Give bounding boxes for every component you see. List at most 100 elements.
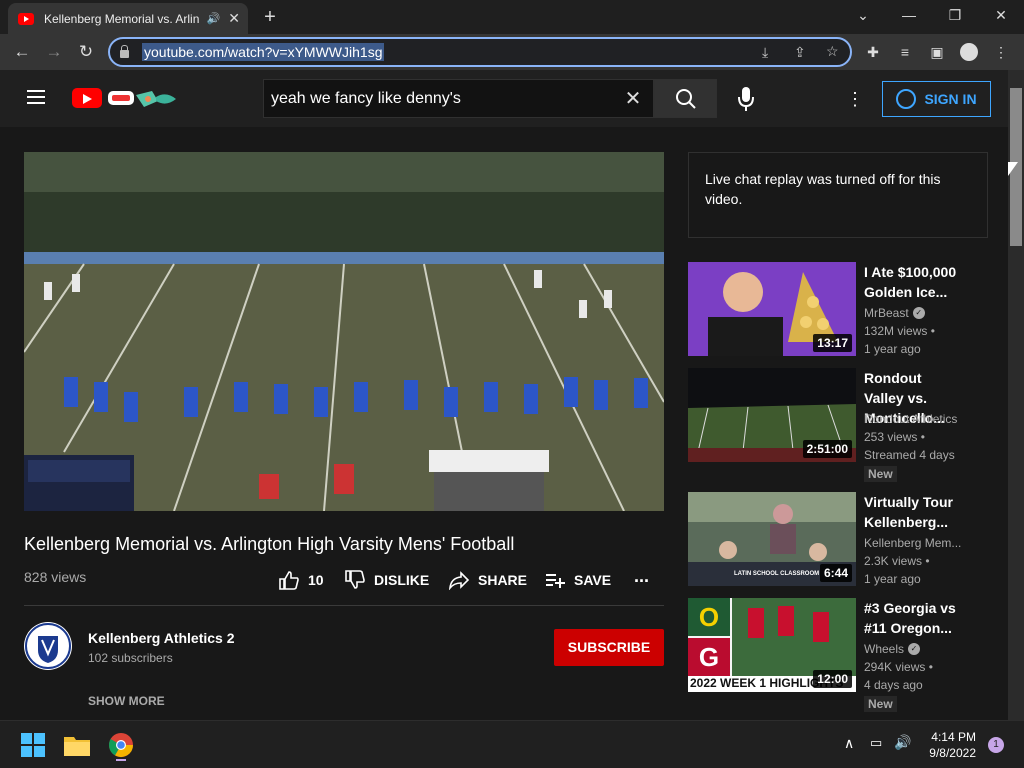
video-thumbnail[interactable]: O G 2022 WEEK 1 HIGHLIGHTS 12:00 [688, 598, 856, 692]
profile-avatar-icon[interactable] [958, 41, 980, 63]
windows-taskbar: ∧ ▭ 🔊 4:14 PM 9/8/2022 1 [0, 720, 1024, 768]
recommended-video[interactable]: 2:51:00 Rondout Valley vs. Monticello...… [688, 368, 988, 482]
browser-menu-icon[interactable]: ⋮ [990, 41, 1012, 63]
duration-badge: 6:44 [819, 564, 852, 582]
lock-icon[interactable] [120, 45, 129, 58]
dislike-button[interactable]: DISLIKE [344, 570, 429, 590]
new-tab-button[interactable]: + [258, 4, 282, 30]
recommended-channel: Wheels ✓ [864, 642, 921, 656]
clock[interactable]: 4:14 PM 9/8/2022 [920, 729, 976, 761]
youtube-logo[interactable] [72, 88, 102, 108]
recommended-age: 1 year ago [864, 342, 921, 356]
recommended-title[interactable]: #3 Georgia vs #11 Oregon... [864, 598, 964, 638]
recommended-title[interactable]: Virtually Tour Kellenberg... [864, 492, 964, 532]
recommended-channel-name: Wheels [864, 642, 905, 656]
share-page-icon[interactable]: ⇪ [794, 44, 806, 61]
url-text[interactable]: youtube.com/watch?v=xYMWWJih1sg [142, 43, 385, 61]
duration-badge: 12:00 [813, 670, 852, 688]
video-thumbnail[interactable]: LATIN SCHOOL CLASSROOM 6:44 [688, 492, 856, 586]
live-chat-notice: Live chat replay was turned off for this… [688, 152, 988, 238]
playlist-add-icon [546, 574, 565, 588]
duration-badge: 13:17 [813, 334, 852, 352]
back-arrow-icon[interactable]: ← [10, 40, 34, 64]
more-actions-icon: ... [634, 565, 650, 586]
media-control-icon[interactable]: ≡ [894, 41, 916, 63]
browser-tab-active[interactable]: Kellenberg Memorial vs. Arlin 🔊 ✕ [8, 3, 248, 34]
youtube-favicon-icon [18, 12, 34, 25]
windows-start-icon[interactable] [16, 729, 50, 761]
like-button[interactable]: 10 [278, 570, 324, 590]
recommended-channel: Rondout Athletics [864, 412, 957, 426]
thumbs-down-icon [345, 570, 365, 589]
chrome-icon[interactable] [104, 729, 138, 761]
share-button[interactable]: SHARE [448, 570, 527, 590]
minimize-button[interactable]: — [886, 0, 932, 30]
recommended-channel-name: Rondout Athletics [864, 412, 958, 426]
recommended-video[interactable]: LATIN SCHOOL CLASSROOM 6:44 Virtually To… [688, 492, 988, 587]
close-window-button[interactable]: ✕ [978, 0, 1024, 30]
channel-crest-logo [25, 623, 71, 669]
reload-icon[interactable]: ↻ [74, 40, 98, 64]
tab-audio-icon[interactable]: 🔊 [207, 12, 221, 25]
svg-text:O: O [699, 602, 719, 632]
tab-close-icon[interactable]: ✕ [228, 10, 240, 27]
new-badge: New [864, 696, 897, 712]
network-icon[interactable]: ▭ [870, 735, 882, 751]
video-title: Kellenberg Memorial vs. Arlington High V… [24, 534, 515, 554]
recommended-channel: Kellenberg Mem... [864, 536, 961, 550]
volume-icon[interactable]: 🔊 [894, 734, 911, 751]
search-query-text[interactable]: yeah we fancy like denny's [271, 90, 613, 108]
share-label: SHARE [478, 572, 528, 588]
search-icon [676, 89, 696, 109]
recommended-views: 294K views • [864, 660, 933, 674]
browser-toolbar: ← → ↻ youtube.com/watch?v=xYMWWJih1sg ⤓ … [0, 34, 1024, 70]
mouse-cursor-icon [1008, 162, 1018, 176]
clear-search-icon[interactable]: ✕ [613, 86, 653, 111]
microphone-icon[interactable] [733, 84, 759, 114]
search-button[interactable] [654, 79, 717, 118]
like-count: 10 [308, 572, 324, 588]
channel-name[interactable]: Kellenberg Athletics 2 [88, 630, 235, 646]
address-bar[interactable]: youtube.com/watch?v=xYMWWJih1sg [108, 37, 852, 67]
dislike-label: DISLIKE [374, 572, 430, 588]
forward-arrow-icon[interactable]: → [42, 40, 66, 64]
thumbnail-caption: LATIN SCHOOL CLASSROOM [734, 571, 820, 577]
more-actions-button[interactable]: ... [634, 566, 649, 586]
hamburger-menu-icon[interactable] [27, 90, 45, 104]
sign-in-label: SIGN IN [924, 91, 977, 107]
recommended-title[interactable]: I Ate $100,000 Golden Ice... [864, 262, 964, 302]
notification-badge[interactable]: 1 [988, 737, 1004, 753]
tab-title: Kellenberg Memorial vs. Arlin [44, 11, 199, 26]
recommended-video[interactable]: O G 2022 WEEK 1 HIGHLIGHTS 12:00 #3 Geor… [688, 598, 988, 712]
file-explorer-icon[interactable] [60, 729, 94, 761]
install-app-icon[interactable]: ⤓ [762, 44, 768, 61]
sign-in-button[interactable]: SIGN IN [882, 81, 991, 117]
tray-chevron-up-icon[interactable]: ∧ [844, 735, 854, 752]
video-player[interactable] [24, 152, 664, 511]
restore-button[interactable]: ❐ [932, 0, 978, 30]
save-button[interactable]: SAVE [544, 570, 611, 590]
side-panel-icon[interactable]: ▣ [926, 41, 948, 63]
recommended-age: 1 year ago [864, 572, 921, 586]
recommended-video[interactable]: 13:17 I Ate $100,000 Golden Ice... MrBea… [688, 262, 988, 357]
recommended-age: Streamed 4 days [864, 448, 955, 462]
search-input[interactable]: yeah we fancy like denny's ✕ [263, 79, 654, 118]
show-more-button[interactable]: SHOW MORE [88, 694, 165, 708]
settings-kebab-icon[interactable]: ⋮ [846, 88, 864, 110]
bookmark-star-icon[interactable]: ☆ [826, 43, 839, 60]
divider [24, 605, 664, 606]
youtube-header: yeah we fancy like denny's ✕ ⋮ SIGN IN [0, 70, 1008, 127]
tab-search-icon[interactable]: ⌄ [840, 0, 886, 30]
subscriber-count: 102 subscribers [88, 651, 173, 665]
channel-avatar[interactable] [24, 622, 72, 670]
extensions-puzzle-icon[interactable]: ✚ [862, 41, 884, 63]
video-thumbnail[interactable]: 2:51:00 [688, 368, 856, 462]
clock-date: 9/8/2022 [929, 746, 976, 760]
youtube-doodle-logo[interactable] [106, 87, 178, 111]
subscribe-button[interactable]: SUBSCRIBE [554, 629, 664, 666]
verified-check-icon: ✓ [912, 307, 925, 319]
browser-tab-strip: Kellenberg Memorial vs. Arlin 🔊 ✕ + ⌄ — … [0, 0, 1024, 34]
duration-badge: 2:51:00 [802, 440, 852, 458]
recommended-views: 253 views • [864, 430, 925, 444]
video-thumbnail[interactable]: 13:17 [688, 262, 856, 356]
